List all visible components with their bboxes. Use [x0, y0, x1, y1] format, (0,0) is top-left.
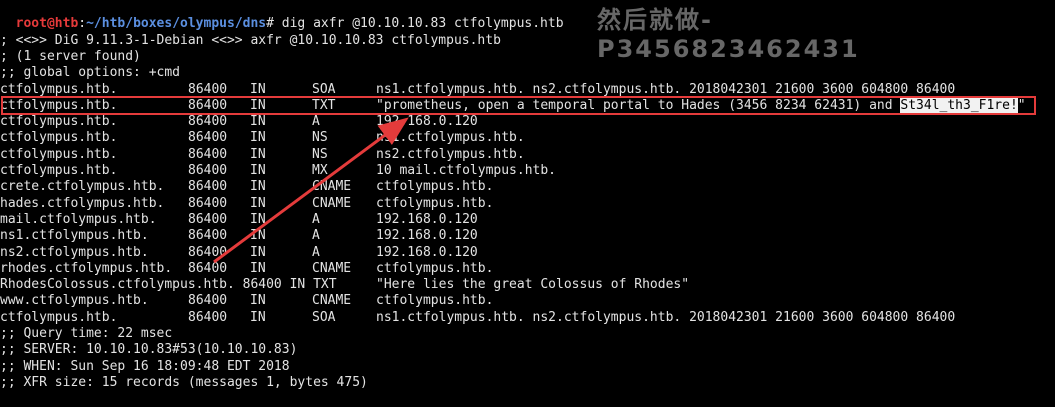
annotation-arrow — [213, 117, 409, 264]
